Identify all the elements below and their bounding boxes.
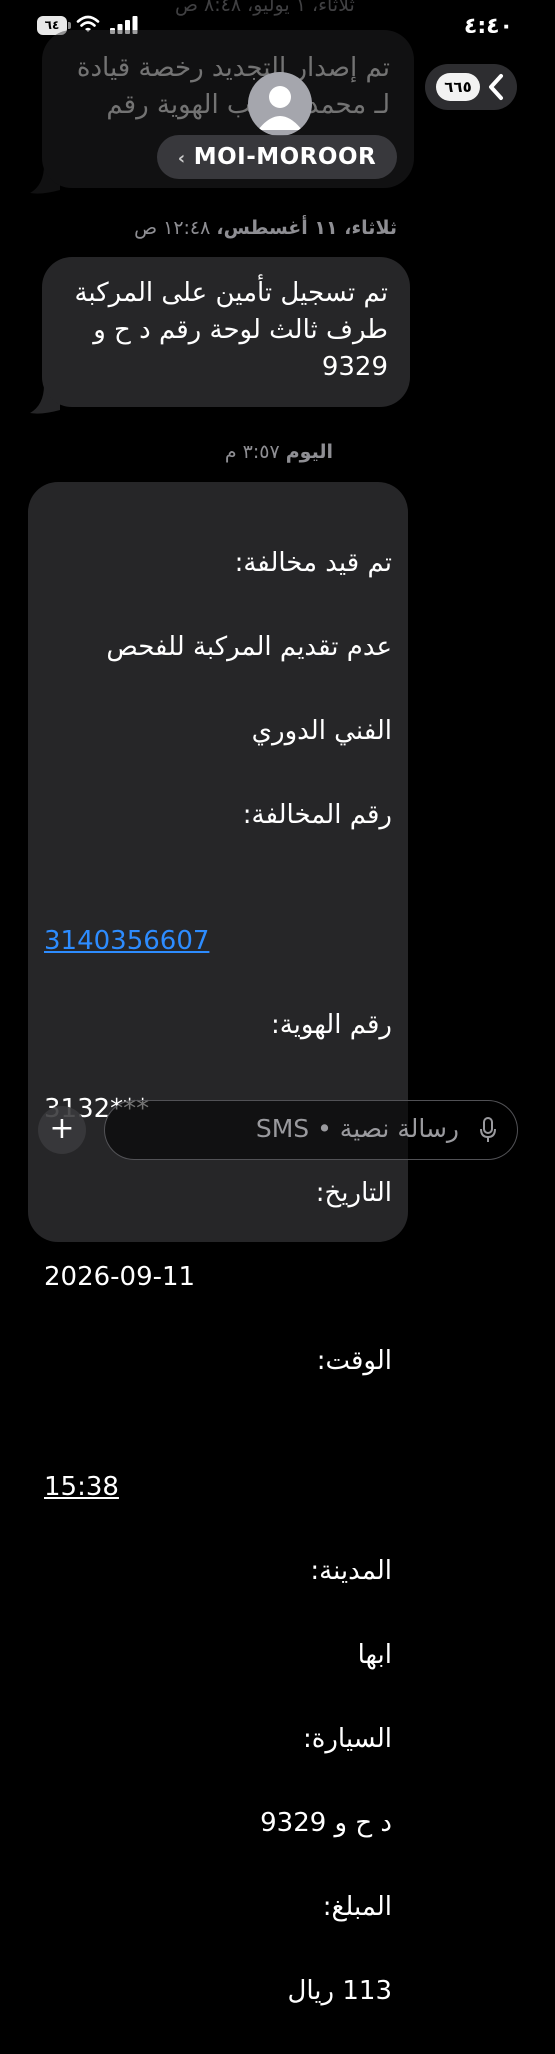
message-bubble[interactable]: تم تسجيل تأمين على المركبة طرف ثالث لوحة… bbox=[42, 257, 410, 407]
avatar[interactable] bbox=[248, 72, 312, 136]
message-input[interactable]: رسالة نصية • SMS bbox=[104, 1100, 518, 1160]
city-value: ابها bbox=[357, 1640, 392, 1670]
chevron-left-icon: ‹ bbox=[177, 148, 186, 169]
message-timestamp: ثلاثاء، ١١ أغسطس، ١٢:٤٨ ص bbox=[134, 217, 397, 239]
back-button[interactable]: ٦٦٥ bbox=[425, 64, 517, 110]
amount-value: 113 ريال bbox=[287, 1976, 392, 2006]
status-time: ٤:٤٠ bbox=[463, 14, 513, 39]
contact-name: MOI-MOROOR bbox=[193, 144, 377, 170]
message-line: المبلغ: bbox=[322, 1892, 392, 1922]
message-input-placeholder: رسالة نصية • SMS bbox=[255, 1114, 459, 1143]
message-line: عدم تقديم المركبة للفحص bbox=[106, 632, 392, 662]
message-body: تم قيد مخالفة: عدم تقديم المركبة للفحص ا… bbox=[28, 482, 408, 2054]
add-attachment-button[interactable]: + bbox=[38, 1106, 86, 1154]
message-text: تم إصدار التجديد رخصة قيادة لـ محمد صاحب… bbox=[76, 53, 390, 120]
time-link[interactable]: 15:38 bbox=[44, 1472, 119, 1502]
message-line: تم قيد مخالفة: bbox=[234, 548, 392, 578]
time-row: 15:38 bbox=[28, 1424, 392, 1508]
car-value: د ح و 9329 bbox=[260, 1808, 392, 1838]
message-line: المدينة: bbox=[310, 1556, 392, 1586]
timestamp-day: اليوم bbox=[285, 441, 333, 463]
contact-name-button[interactable]: ‹ MOI-MOROOR bbox=[157, 135, 397, 179]
message-line: رقم المخالفة: bbox=[242, 800, 392, 830]
violation-number-link[interactable]: 3140356607 bbox=[44, 926, 209, 956]
microphone-icon[interactable] bbox=[479, 1117, 497, 1143]
message-timestamp: ثلاثاء، ١ يوليو، ٨:٤٨ ص bbox=[175, 0, 355, 16]
message-line: الفني الدوري bbox=[251, 716, 392, 746]
timestamp-day: ثلاثاء، ١١ أغسطس، bbox=[216, 217, 397, 239]
message-timestamp: اليوم ٣:٥٧ م bbox=[225, 441, 333, 463]
chevron-left-icon bbox=[489, 74, 503, 100]
timestamp-time: ١٢:٤٨ ص bbox=[134, 217, 211, 239]
message-line: الوقت: bbox=[316, 1346, 392, 1376]
message-line: رقم الهوية: bbox=[270, 1010, 392, 1040]
message-text: تم تسجيل تأمين على المركبة طرف ثالث لوحة… bbox=[74, 278, 388, 382]
timestamp-time: ٣:٥٧ م bbox=[224, 441, 280, 463]
person-icon bbox=[258, 86, 302, 130]
date-value: 2026-09-11 bbox=[44, 1262, 196, 1292]
unread-badge: ٦٦٥ bbox=[436, 73, 480, 101]
violation-number-row: 3140356607 bbox=[28, 878, 392, 962]
message-line: السيارة: bbox=[302, 1724, 392, 1754]
